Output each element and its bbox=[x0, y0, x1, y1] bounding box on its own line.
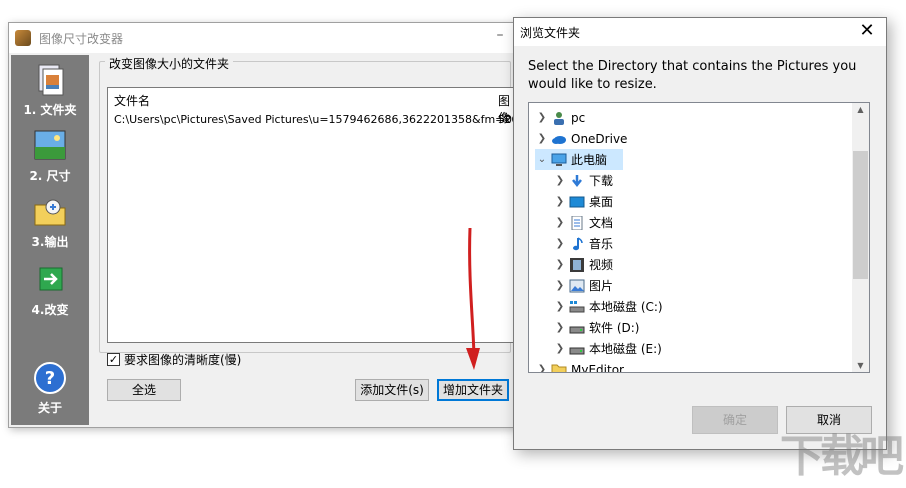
chevron-right-icon[interactable]: ❯ bbox=[535, 133, 549, 144]
sidebar-item-about[interactable]: ? 关于 bbox=[11, 361, 89, 416]
app-titlebar[interactable]: 图像尺寸改变器 – bbox=[9, 23, 517, 53]
list-header: 文件名 图像 bbox=[108, 88, 520, 125]
cell-filename: C:\Users\pc\Pictures\Saved Pictures\u=15… bbox=[114, 113, 521, 126]
chevron-right-icon[interactable]: ❯ bbox=[553, 322, 567, 333]
sidebar-item-folder[interactable]: 1. 文件夹 bbox=[11, 63, 89, 118]
tree-item-drive-e[interactable]: ❯ 本地磁盘 (E:) bbox=[553, 338, 662, 359]
tree-item-this-pc[interactable]: ⌄ 此电脑 bbox=[535, 149, 623, 170]
sidebar-item-label: 2. 尺寸 bbox=[29, 169, 71, 183]
group-title: 改变图像大小的文件夹 bbox=[105, 55, 234, 72]
app-title: 图像尺寸改变器 bbox=[39, 31, 124, 46]
chevron-right-icon[interactable]: ❯ bbox=[553, 301, 567, 312]
tree-item-pc[interactable]: ❯ pc bbox=[535, 107, 585, 128]
chevron-down-icon[interactable]: ⌄ bbox=[535, 154, 549, 165]
download-icon bbox=[572, 174, 582, 187]
chevron-right-icon[interactable]: ❯ bbox=[553, 175, 567, 186]
output-folder-icon bbox=[34, 199, 66, 226]
sidebar-item-size[interactable]: 2. 尺寸 bbox=[11, 129, 89, 184]
tree-item-label: 文档 bbox=[589, 216, 614, 230]
ok-button[interactable]: 确定 bbox=[692, 406, 778, 434]
tree-item-videos[interactable]: ❯ 视频 bbox=[553, 254, 613, 275]
tree-item-label: OneDrive bbox=[571, 131, 628, 146]
tree-item-music[interactable]: ❯ 音乐 bbox=[553, 233, 613, 254]
video-icon bbox=[570, 257, 584, 272]
desktop-icon bbox=[569, 196, 585, 207]
tree-item-documents[interactable]: ❯ 文档 bbox=[553, 212, 613, 233]
tree-item-desktop[interactable]: ❯ 桌面 bbox=[553, 191, 613, 212]
tree-item-label: 此电脑 bbox=[571, 153, 608, 167]
close-icon[interactable]: ✕ bbox=[856, 20, 878, 42]
tree-item-label: 音乐 bbox=[589, 237, 614, 251]
chevron-right-icon[interactable]: ❯ bbox=[535, 112, 549, 123]
svg-text:?: ? bbox=[45, 368, 55, 389]
cloud-icon bbox=[552, 135, 566, 144]
files-icon bbox=[38, 64, 64, 96]
chevron-right-icon[interactable]: ❯ bbox=[553, 343, 567, 354]
sidebar-item-label: 3.输出 bbox=[31, 235, 69, 249]
chevron-right-icon[interactable]: ❯ bbox=[553, 196, 567, 207]
scroll-down-icon[interactable]: ▼ bbox=[852, 361, 869, 370]
drive-icon bbox=[569, 326, 585, 333]
folder-icon bbox=[551, 364, 567, 372]
music-icon bbox=[573, 236, 583, 250]
add-folder-button[interactable]: 增加文件夹 bbox=[437, 379, 509, 401]
browse-folder-dialog: 浏览文件夹 ✕ Select the Directory that contai… bbox=[513, 17, 887, 450]
sidebar-item-label: 4.改变 bbox=[31, 303, 69, 317]
tree-item-label: 桌面 bbox=[589, 195, 614, 209]
tree-item-pictures[interactable]: ❯ 图片 bbox=[553, 275, 613, 296]
resize-picture-icon bbox=[34, 130, 66, 160]
tree-item-drive-c[interactable]: ❯ 本地磁盘 (C:) bbox=[553, 296, 663, 317]
tree-item-myeditor[interactable]: ❯ MyEditor bbox=[535, 359, 624, 373]
help-icon: ? bbox=[34, 362, 66, 394]
clarity-checkbox[interactable]: ✓ bbox=[107, 353, 120, 366]
scroll-thumb[interactable] bbox=[853, 151, 868, 279]
tree-item-label: 下载 bbox=[589, 174, 614, 188]
dialog-titlebar[interactable]: 浏览文件夹 ✕ bbox=[514, 18, 886, 46]
sidebar-item-label: 1. 文件夹 bbox=[23, 103, 77, 117]
dialog-title: 浏览文件夹 bbox=[520, 26, 581, 40]
tree-item-label: 本地磁盘 (E:) bbox=[589, 342, 662, 356]
chevron-right-icon[interactable]: ❯ bbox=[553, 238, 567, 249]
picture-icon bbox=[569, 279, 585, 292]
folder-tree[interactable]: ❯ pc ❯ OneDrive ⌄ 此电脑 ❯ 下载 ❯ 桌面 ❯ 文档 ❯ 音… bbox=[528, 102, 870, 373]
tree-item-downloads[interactable]: ❯ 下载 bbox=[553, 170, 613, 191]
chevron-right-icon[interactable]: ❯ bbox=[535, 364, 549, 372]
select-all-button[interactable]: 全选 bbox=[107, 379, 181, 401]
document-icon bbox=[571, 215, 583, 230]
tree-item-drive-d[interactable]: ❯ 软件 (D:) bbox=[553, 317, 640, 338]
sidebar-item-output[interactable]: 3.输出 bbox=[11, 195, 89, 250]
add-file-button[interactable]: 添加文件(s) bbox=[355, 379, 429, 401]
tree-item-label: MyEditor bbox=[571, 362, 624, 373]
watermark-logo: 下载吧 bbox=[780, 431, 904, 482]
drive-icon bbox=[569, 347, 585, 354]
tree-scrollbar[interactable]: ▲ ▼ bbox=[852, 103, 869, 372]
dialog-prompt: Select the Directory that contains the P… bbox=[528, 59, 857, 92]
tree-item-label: 视频 bbox=[589, 258, 614, 272]
app-logo-icon bbox=[15, 30, 31, 46]
clarity-checkbox-label: 要求图像的清晰度(慢) bbox=[124, 353, 242, 367]
user-icon bbox=[554, 111, 564, 125]
sidebar: 1. 文件夹 2. 尺寸 3.输出 4.改变 ? 关于 bbox=[11, 55, 89, 425]
apply-arrow-icon bbox=[39, 267, 63, 291]
minimize-button[interactable]: – bbox=[489, 28, 511, 47]
red-pointer-arrow bbox=[466, 227, 480, 370]
tree-item-label: pc bbox=[571, 110, 586, 125]
clarity-option[interactable]: ✓ 要求图像的清晰度(慢) bbox=[107, 351, 241, 368]
tree-item-label: 本地磁盘 (C:) bbox=[589, 300, 663, 314]
chevron-right-icon[interactable]: ❯ bbox=[553, 259, 567, 270]
sidebar-item-label: 关于 bbox=[37, 401, 62, 415]
tree-item-label: 图片 bbox=[589, 279, 614, 293]
tree-item-label: 软件 (D:) bbox=[589, 321, 640, 335]
sidebar-item-convert[interactable]: 4.改变 bbox=[11, 263, 89, 318]
chevron-right-icon[interactable]: ❯ bbox=[553, 280, 567, 291]
tree-item-onedrive[interactable]: ❯ OneDrive bbox=[535, 128, 628, 149]
column-header-filename[interactable]: 文件名 bbox=[114, 92, 150, 109]
computer-icon bbox=[551, 153, 567, 166]
system-drive-icon bbox=[569, 300, 585, 312]
table-row[interactable]: C:\Users\pc\Pictures\Saved Pictures\u=15… bbox=[108, 110, 520, 130]
scroll-up-icon[interactable]: ▲ bbox=[852, 105, 869, 114]
chevron-right-icon[interactable]: ❯ bbox=[553, 217, 567, 228]
